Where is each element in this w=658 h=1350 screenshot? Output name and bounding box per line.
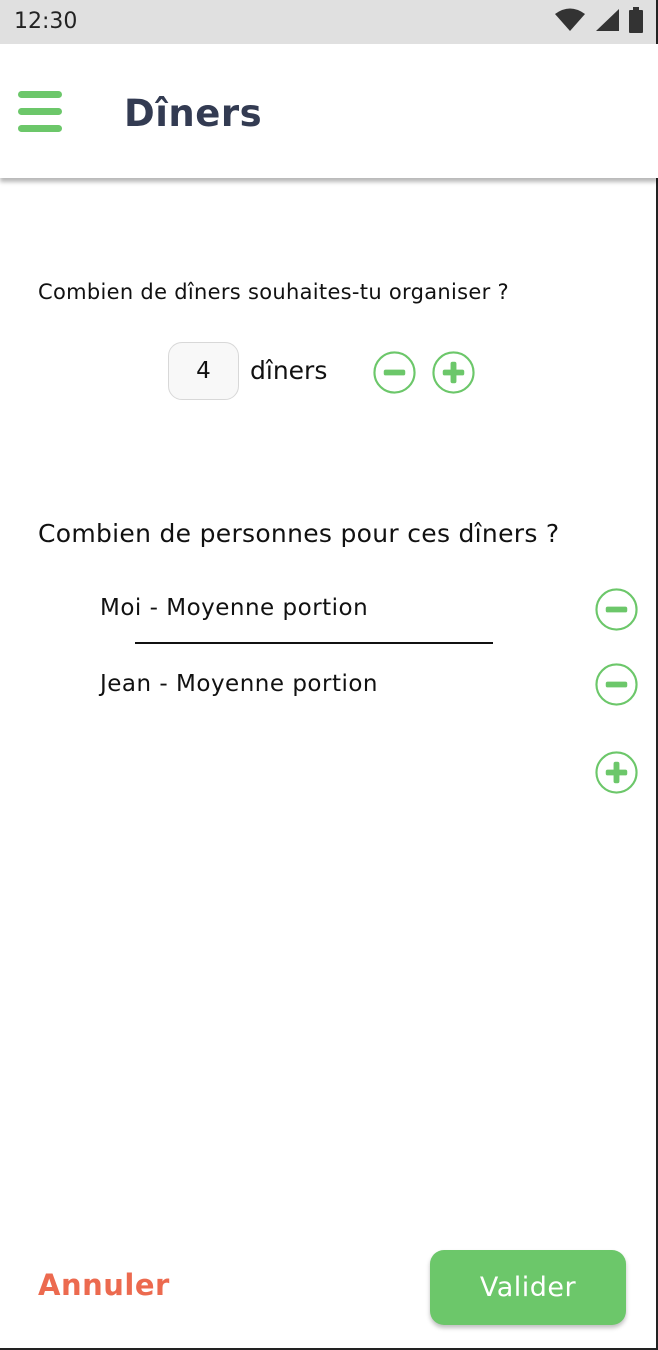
validate-button[interactable]: Valider <box>430 1250 626 1325</box>
status-bar: 12:30 <box>0 0 658 44</box>
minus-circle-icon <box>595 588 638 631</box>
person-divider <box>135 642 493 644</box>
status-time: 12:30 <box>14 9 78 34</box>
page-title: Dîners <box>124 92 263 135</box>
person-row[interactable]: Jean - Moyenne portion <box>0 658 658 718</box>
person-label: Jean - Moyenne portion <box>100 671 379 697</box>
plus-circle-icon <box>595 751 638 794</box>
person-row[interactable]: Moi - Moyenne portion <box>0 582 658 642</box>
status-icons <box>554 6 644 38</box>
remove-person-button[interactable] <box>595 588 638 631</box>
app-bar: Dîners <box>0 44 658 178</box>
increase-dinners-button[interactable] <box>432 351 475 394</box>
plus-circle-icon <box>432 351 475 394</box>
dinners-count-field[interactable]: 4 <box>168 342 239 400</box>
cell-signal-icon <box>594 8 620 37</box>
cancel-button[interactable]: Annuler <box>38 1268 170 1302</box>
wifi-icon <box>554 8 586 37</box>
person-label: Moi - Moyenne portion <box>100 595 369 621</box>
dinners-question: Combien de dîners souhaites-tu organiser… <box>38 280 509 304</box>
minus-circle-icon <box>595 663 638 706</box>
hamburger-menu-icon[interactable] <box>16 88 64 134</box>
battery-icon <box>628 6 644 38</box>
dinners-count-unit: dîners <box>250 356 328 385</box>
minus-circle-icon <box>373 351 416 394</box>
people-question: Combien de personnes pour ces dîners ? <box>38 519 560 548</box>
decrease-dinners-button[interactable] <box>373 351 416 394</box>
add-person-button[interactable] <box>595 751 638 794</box>
remove-person-button[interactable] <box>595 663 638 706</box>
